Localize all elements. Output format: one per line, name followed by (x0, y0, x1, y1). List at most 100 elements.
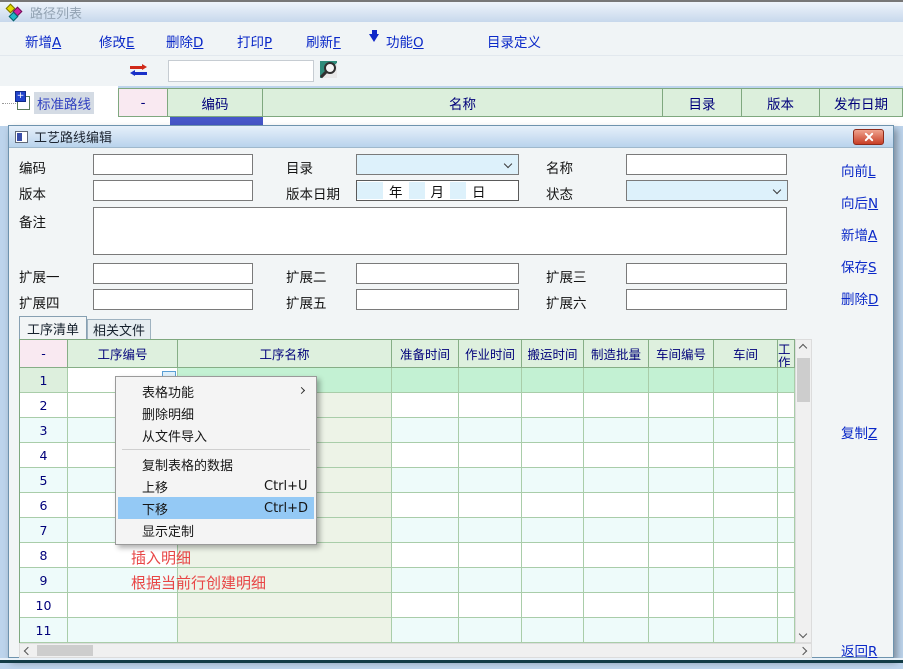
list-col-selector[interactable]: - (118, 88, 168, 117)
ext5-field[interactable] (356, 289, 519, 310)
chevron-down-icon (504, 160, 512, 168)
date-segment (409, 182, 425, 199)
ext3-field[interactable] (626, 263, 787, 284)
function-button[interactable]: 功能O (386, 31, 424, 51)
scroll-up-icon[interactable] (799, 344, 807, 352)
dialog-icon (15, 131, 28, 143)
grid-col-workshop[interactable]: 车间 (714, 340, 778, 368)
ext4-field[interactable] (93, 289, 253, 310)
grid-col-workshop-no[interactable]: 车间编号 (649, 340, 714, 368)
grid-horizontal-scrollbar[interactable] (19, 643, 812, 658)
dialog-title: 工艺路线编辑 (34, 127, 112, 146)
version-field[interactable] (93, 180, 253, 201)
grid-col-batch[interactable]: 制造批量 (584, 340, 649, 368)
scroll-down-icon[interactable] (799, 630, 807, 638)
version-date-field[interactable]: 年 月 日 (356, 180, 519, 201)
tree-connector (2, 103, 16, 104)
remark-field[interactable] (93, 207, 787, 255)
copy-button[interactable]: 复制Z (841, 422, 877, 442)
date-year-label: 年 (383, 181, 409, 201)
tree-item-standard-route[interactable]: 标准路线 (2, 92, 94, 114)
list-col-name[interactable]: 名称 (262, 88, 663, 117)
grid-col-process-name[interactable]: 工序名称 (178, 340, 392, 368)
date-segment (450, 182, 466, 199)
tree-node-icon (17, 96, 30, 110)
menu-item-display-customize[interactable]: 显示定制 (118, 519, 314, 541)
close-button[interactable] (853, 129, 884, 145)
shortcut-label: Ctrl+U (264, 479, 308, 494)
ext2-label: 扩展二 (286, 266, 327, 286)
menu-item-move-up[interactable]: 上移Ctrl+U (118, 475, 314, 497)
tab-related-files[interactable]: 相关文件 (87, 319, 151, 339)
list-col-release-date[interactable]: 发布日期 (819, 88, 903, 117)
return-button[interactable]: 返回R (841, 640, 877, 660)
route-tree-panel: 标准路线 (0, 86, 118, 126)
ext5-label: 扩展五 (286, 292, 327, 312)
ext6-field[interactable] (626, 289, 787, 310)
list-col-version[interactable]: 版本 (741, 88, 820, 117)
menu-item-move-down[interactable]: 下移Ctrl+D (118, 497, 314, 519)
dialog-add-button[interactable]: 新增A (841, 224, 877, 244)
list-selected-row-indicator (170, 117, 263, 125)
menu-item-table-functions[interactable]: 表格功能 (118, 380, 314, 402)
app-icon (6, 4, 24, 20)
name-label: 名称 (546, 157, 573, 177)
swap-arrows-icon[interactable] (130, 64, 147, 77)
grid-col-work-partial[interactable]: 工作编 (778, 340, 795, 368)
add-button[interactable]: 新增A (25, 31, 61, 51)
menu-item-import-from-file[interactable]: 从文件导入 (118, 424, 314, 446)
horizontal-scroll-thumb[interactable] (37, 645, 93, 656)
vertical-scroll-thumb[interactable] (797, 358, 810, 402)
prev-button[interactable]: 向前L (841, 160, 876, 180)
dialog-delete-button[interactable]: 删除D (841, 288, 878, 308)
grid-header-row: - 工序编号 工序名称 准备时间 作业时间 搬运时间 制造批量 车间编号 车间 … (20, 340, 812, 368)
chevron-down-icon (773, 186, 781, 194)
path-list-window: 路径列表 新增A 修改E 删除D 打印P 刷新F 功能O 目录定义 标准路线 -… (0, 0, 903, 669)
code-label: 编码 (19, 157, 46, 177)
print-button[interactable]: 打印P (237, 31, 272, 51)
next-button[interactable]: 向后N (841, 192, 878, 212)
menu-item-create-detail-from-row[interactable]: 根据当前行创建明细 (131, 572, 266, 593)
save-button[interactable]: 保存S (841, 256, 877, 276)
remark-label: 备注 (19, 211, 46, 231)
status-select[interactable] (626, 180, 788, 201)
menu-item-copy-table-data[interactable]: 复制表格的数据 (118, 453, 314, 475)
refresh-button[interactable]: 刷新F (306, 31, 341, 51)
ext2-field[interactable] (356, 263, 519, 284)
grid-col-move-time[interactable]: 搬运时间 (522, 340, 584, 368)
name-field[interactable] (626, 154, 787, 175)
list-col-catalog[interactable]: 目录 (662, 88, 742, 117)
ext1-label: 扩展一 (19, 266, 60, 286)
dialog-titlebar: 工艺路线编辑 (9, 126, 893, 148)
scroll-left-icon[interactable] (24, 647, 32, 655)
code-field[interactable] (93, 154, 253, 175)
catalog-select[interactable] (356, 154, 519, 175)
catalog-define-button[interactable]: 目录定义 (487, 31, 541, 51)
function-dropdown-icon (369, 34, 379, 42)
grid-col-prep-time[interactable]: 准备时间 (392, 340, 459, 368)
window-titlebar: 路径列表 (0, 2, 903, 22)
grid-row-11[interactable]: 11 (20, 618, 812, 643)
quick-search-input[interactable] (168, 60, 314, 82)
grid-row-10[interactable]: 10 (20, 593, 812, 618)
tree-node-label: 标准路线 (34, 92, 94, 114)
date-month-label: 月 (425, 181, 451, 201)
menu-item-delete-detail[interactable]: 删除明细 (118, 402, 314, 424)
grid-vertical-scrollbar[interactable] (795, 339, 812, 643)
version-label: 版本 (19, 183, 46, 203)
search-icon[interactable] (320, 61, 337, 78)
grid-col-work-time[interactable]: 作业时间 (459, 340, 522, 368)
grid-context-menu: 表格功能 删除明细 从文件导入 复制表格的数据 上移Ctrl+U 下移Ctrl+… (115, 376, 317, 545)
main-toolbar: 新增A 修改E 删除D 打印P 刷新F 功能O 目录定义 (0, 22, 903, 56)
grid-col-selector[interactable]: - (20, 340, 68, 368)
scroll-right-icon[interactable] (799, 647, 807, 655)
window-bottom-edge (0, 660, 903, 663)
menu-item-insert-detail[interactable]: 插入明细 (131, 547, 191, 568)
delete-button[interactable]: 删除D (166, 31, 203, 51)
grid-col-process-no[interactable]: 工序编号 (68, 340, 178, 368)
tab-process-list[interactable]: 工序清单 (19, 316, 87, 339)
ext3-label: 扩展三 (546, 266, 587, 286)
list-col-code[interactable]: 编码 (167, 88, 263, 117)
edit-button[interactable]: 修改E (99, 31, 135, 51)
ext1-field[interactable] (93, 263, 253, 284)
